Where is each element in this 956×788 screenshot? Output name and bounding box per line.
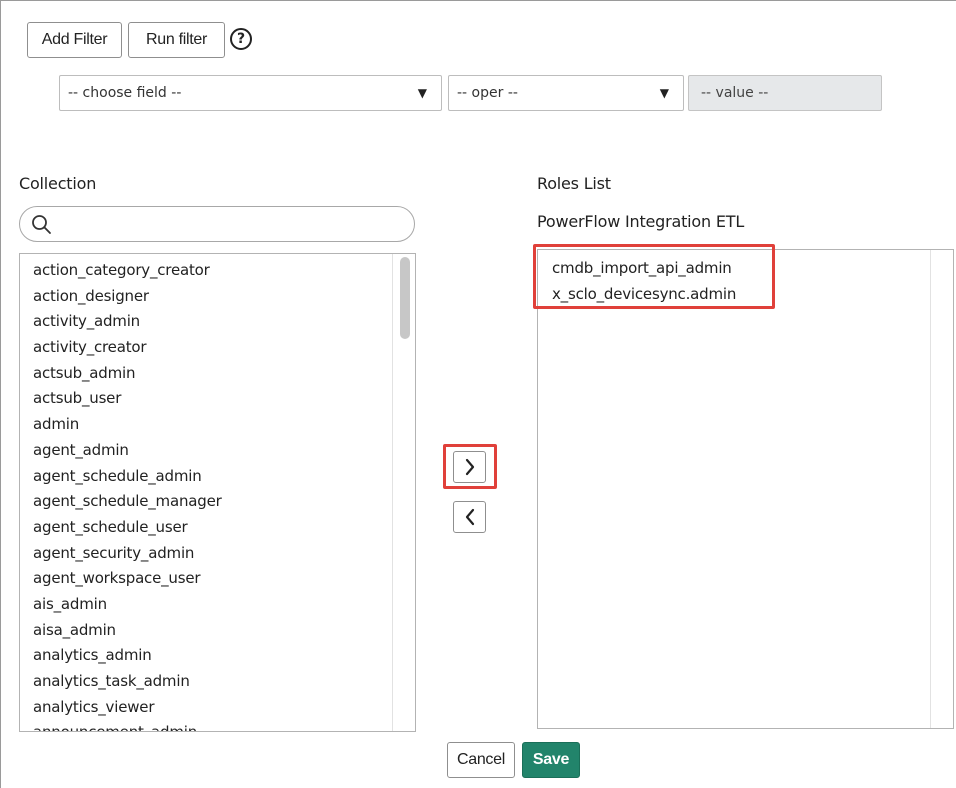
- cancel-button[interactable]: Cancel: [447, 742, 515, 778]
- roles-highlight-box: [533, 244, 775, 309]
- list-item[interactable]: action_designer: [33, 284, 222, 310]
- roles-listbox[interactable]: cmdb_import_api_admin x_sclo_devicesync.a…: [537, 249, 954, 729]
- collection-heading: Collection: [19, 174, 97, 193]
- value-input[interactable]: -- value --: [688, 75, 882, 111]
- list-item[interactable]: agent_schedule_manager: [33, 489, 222, 515]
- collection-items: action_category_creator action_designer ac…: [33, 258, 222, 731]
- move-right-highlight-box: [443, 444, 497, 489]
- value-placeholder: -- value --: [701, 85, 769, 101]
- chevron-down-icon: ▼: [659, 86, 669, 100]
- list-item[interactable]: activity_creator: [33, 335, 222, 361]
- frame-left-border: [0, 0, 1, 788]
- roles-list-heading: Roles List: [537, 174, 611, 193]
- frame-top-border: [0, 0, 956, 1]
- search-icon: [32, 215, 51, 234]
- help-icon[interactable]: ?: [230, 28, 252, 50]
- list-item[interactable]: analytics_admin: [33, 643, 222, 669]
- move-left-button[interactable]: [453, 501, 486, 533]
- list-item[interactable]: agent_admin: [33, 438, 222, 464]
- run-filter-button[interactable]: Run filter: [128, 22, 225, 58]
- roles-list-subheading: PowerFlow Integration ETL: [537, 212, 745, 231]
- operator-select[interactable]: -- oper -- ▼: [448, 75, 684, 111]
- collection-scrollbar[interactable]: [392, 254, 415, 731]
- list-item[interactable]: announcement_admin: [33, 720, 222, 731]
- operator-value: -- oper --: [457, 85, 518, 101]
- list-item[interactable]: analytics_task_admin: [33, 669, 222, 695]
- choose-field-select[interactable]: -- choose field -- ▼: [59, 75, 442, 111]
- choose-field-value: -- choose field --: [68, 85, 182, 101]
- list-item[interactable]: agent_workspace_user: [33, 566, 222, 592]
- list-item[interactable]: agent_schedule_user: [33, 515, 222, 541]
- save-button[interactable]: Save: [522, 742, 580, 778]
- list-item[interactable]: aisa_admin: [33, 618, 222, 644]
- list-item[interactable]: ais_admin: [33, 592, 222, 618]
- add-filter-button[interactable]: Add Filter: [27, 22, 122, 58]
- list-item[interactable]: admin: [33, 412, 222, 438]
- chevron-left-icon: [465, 508, 474, 526]
- chevron-down-icon: ▼: [417, 86, 427, 100]
- list-item[interactable]: activity_admin: [33, 309, 222, 335]
- list-item[interactable]: analytics_viewer: [33, 695, 222, 721]
- collection-listbox[interactable]: action_category_creator action_designer ac…: [19, 253, 416, 732]
- list-item[interactable]: agent_schedule_admin: [33, 464, 222, 490]
- list-item[interactable]: action_category_creator: [33, 258, 222, 284]
- roles-scrollbar[interactable]: [930, 250, 953, 728]
- list-item[interactable]: actsub_user: [33, 386, 222, 412]
- collection-search-input[interactable]: [19, 206, 415, 242]
- collection-scrollbar-thumb[interactable]: [400, 257, 410, 339]
- list-item[interactable]: agent_security_admin: [33, 541, 222, 567]
- list-item[interactable]: actsub_admin: [33, 361, 222, 387]
